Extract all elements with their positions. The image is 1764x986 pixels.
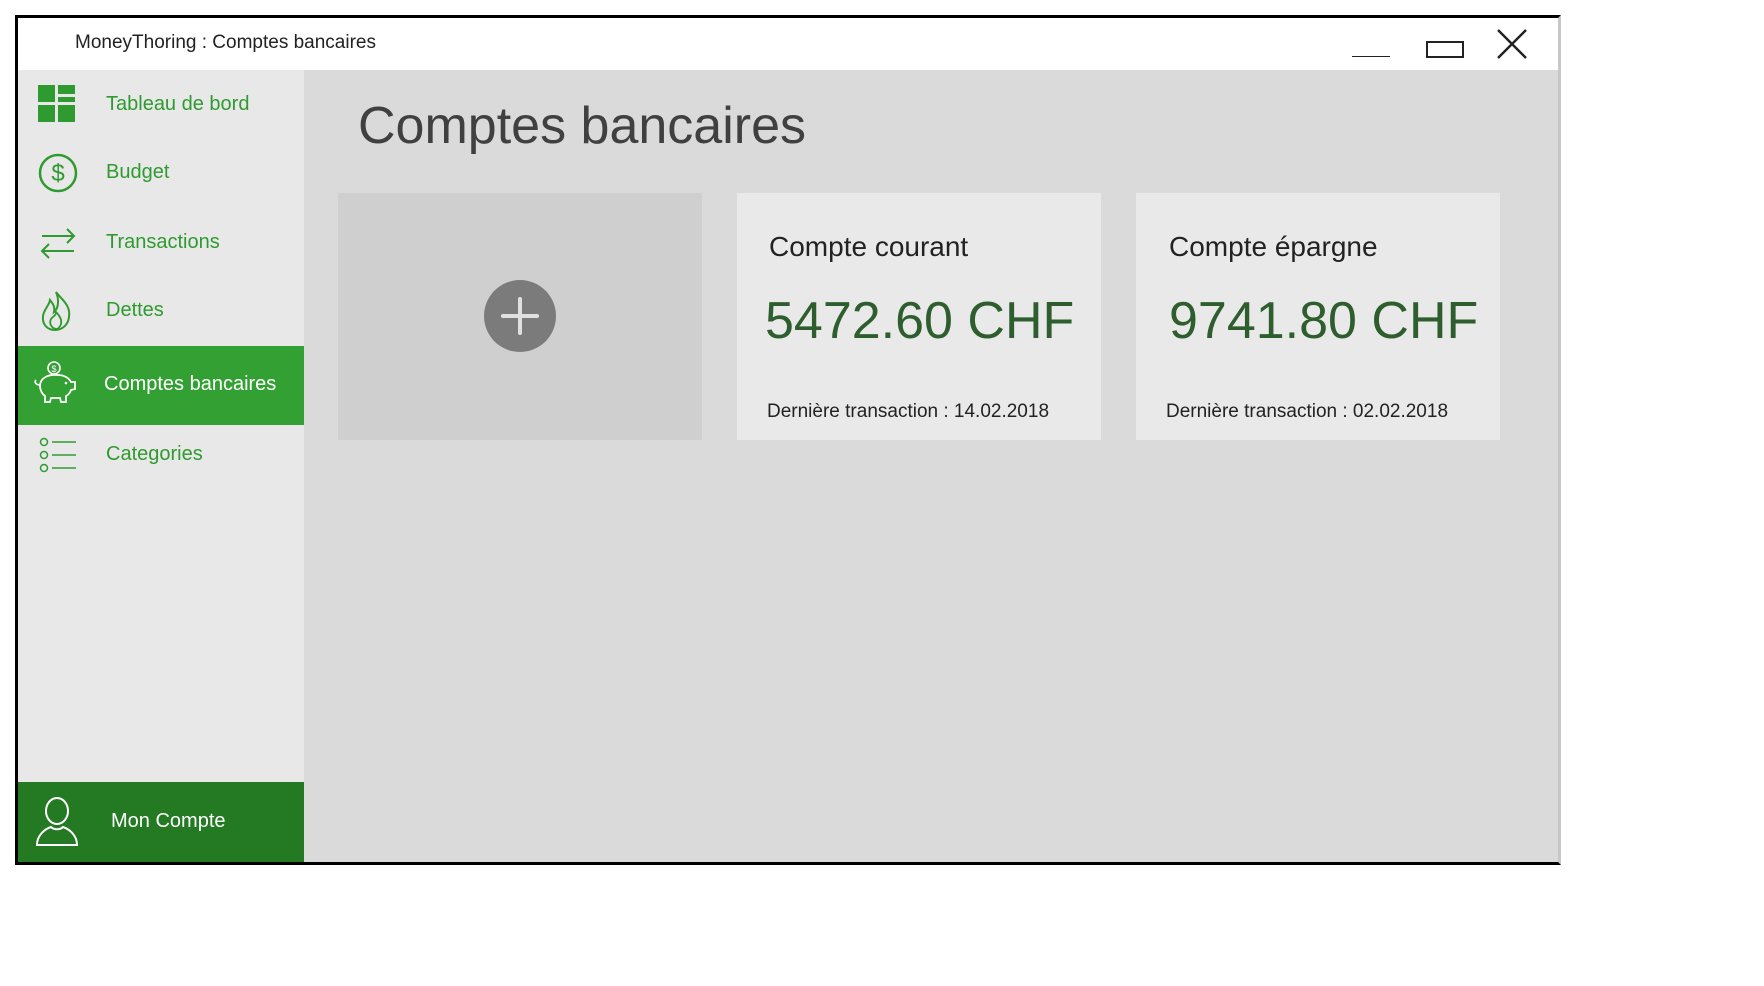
window-title: MoneyThoring : Comptes bancaires xyxy=(75,32,376,53)
close-icon xyxy=(1497,29,1527,59)
sidebar-item-label: Categories xyxy=(106,443,203,465)
account-balance: 9741.80 CHF xyxy=(1169,292,1479,350)
account-last-transaction: Dernière transaction : 14.02.2018 xyxy=(767,401,1050,422)
user-icon xyxy=(35,797,79,846)
sidebar-item-transactions[interactable]: Transactions xyxy=(18,208,304,278)
my-account-label: Mon Compte xyxy=(111,810,226,832)
sidebar-item-label: Dettes xyxy=(106,299,164,321)
sidebar-item-label: Comptes bancaires xyxy=(104,373,277,395)
add-account-button[interactable] xyxy=(338,193,702,440)
my-account-button[interactable]: Mon Compte xyxy=(18,782,304,862)
account-name: Compte épargne xyxy=(1169,231,1378,262)
list-icon xyxy=(39,437,76,473)
maximize-button[interactable] xyxy=(1414,18,1474,70)
sidebar-item-budget[interactable]: $ Budget xyxy=(18,138,304,208)
account-balance: 5472.60 CHF xyxy=(765,292,1075,350)
piggy-bank-icon: $ xyxy=(34,361,76,403)
dashboard-icon xyxy=(38,85,75,122)
account-last-transaction: Dernière transaction : 02.02.2018 xyxy=(1166,401,1449,422)
sidebar-item-label: Transactions xyxy=(106,231,220,253)
account-card[interactable]: Compte épargne 9741.80 CHF Dernière tran… xyxy=(1136,193,1500,440)
sidebar-item-categories[interactable]: Categories xyxy=(18,420,304,490)
svg-text:$: $ xyxy=(51,364,56,374)
minimize-button[interactable] xyxy=(1340,18,1400,70)
sidebar: Tableau de bord $ Budget Transactions De… xyxy=(18,70,304,862)
app-window: MoneyThoring : Comptes bancaires Tableau… xyxy=(15,15,1561,865)
title-bar: MoneyThoring : Comptes bancaires xyxy=(18,18,1558,70)
close-button[interactable] xyxy=(1484,18,1544,70)
flame-icon xyxy=(41,291,71,332)
dollar-circle-icon: $ xyxy=(38,153,78,193)
svg-text:$: $ xyxy=(51,160,64,187)
account-card[interactable]: Compte courant 5472.60 CHF Dernière tran… xyxy=(737,193,1101,440)
account-name: Compte courant xyxy=(769,231,969,262)
sidebar-item-dettes[interactable]: Dettes xyxy=(18,276,304,346)
sidebar-item-label: Budget xyxy=(106,161,170,183)
sidebar-item-tableau-de-bord[interactable]: Tableau de bord xyxy=(18,70,304,140)
plus-icon xyxy=(484,280,556,352)
sidebar-item-comptes-bancaires[interactable]: $ Comptes bancaires xyxy=(18,346,304,425)
page-title: Comptes bancaires xyxy=(358,97,806,155)
sidebar-item-label: Tableau de bord xyxy=(106,93,250,115)
transfer-arrows-icon xyxy=(40,228,76,259)
